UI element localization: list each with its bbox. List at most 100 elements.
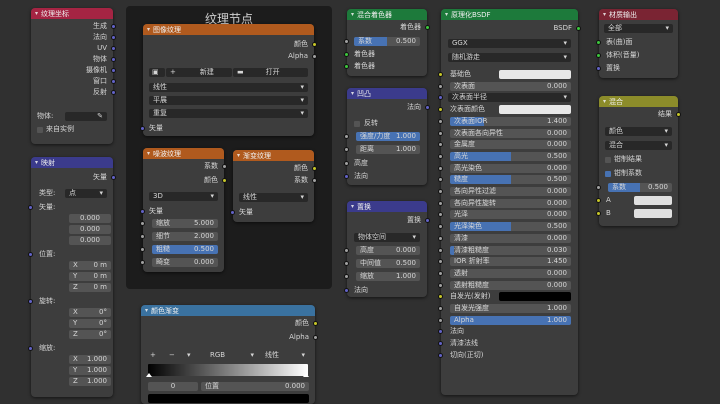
principled-bsdf-node[interactable]: ▾ 原理化BSDF BSDF GGX ▾ 随机游走 ▾ 基础色 次表面 0.000 次表面半… <box>438 9 581 395</box>
dimensions-dropdown[interactable]: 3D ▾ <box>149 192 218 201</box>
clamp-result-checkbox[interactable] <box>605 157 611 163</box>
ramp-gradient-bar[interactable] <box>148 364 308 376</box>
clamp-factor-checkbox[interactable] <box>605 171 611 177</box>
bsdf-slider[interactable]: Alpha 1.000 <box>450 316 571 325</box>
subsurface-method-dropdown[interactable]: 随机游走 ▾ <box>448 53 571 62</box>
bsdf-slider[interactable]: 自发光强度 1.000 <box>450 304 571 313</box>
input-socket[interactable] <box>438 154 443 159</box>
color-swatch[interactable] <box>499 292 571 301</box>
input-socket[interactable] <box>438 72 443 77</box>
input-socket[interactable] <box>344 174 349 179</box>
subsurface-radius-dropdown[interactable]: 次表面半径 ▾ <box>448 93 571 102</box>
blend-mode-dropdown[interactable]: 混合 ▾ <box>605 141 672 150</box>
input-socket[interactable] <box>438 107 443 112</box>
bsdf-slider[interactable]: 透射 0.000 <box>450 269 571 278</box>
input-socket[interactable] <box>438 166 443 171</box>
output-socket[interactable] <box>425 105 430 110</box>
input-socket[interactable] <box>230 210 235 215</box>
input-socket[interactable] <box>438 119 443 124</box>
collapse-icon[interactable]: ▾ <box>351 90 354 97</box>
node-header[interactable]: ▾ 混合 <box>599 96 678 107</box>
input-b-color-swatch[interactable] <box>634 209 672 218</box>
input-socket[interactable] <box>140 247 145 252</box>
output-socket[interactable] <box>576 26 581 31</box>
bsdf-slider[interactable]: 高光染色 0.000 <box>450 164 571 173</box>
mix-node[interactable]: ▾ 混合 结果 颜色 ▾ 混合 ▾ 钳制结果 钳制系数 系数 0.500 A B <box>596 96 681 226</box>
input-socket[interactable] <box>438 131 443 136</box>
data-type-dropdown[interactable]: 颜色 ▾ <box>605 127 672 136</box>
color-swatch[interactable] <box>499 70 571 79</box>
input-socket[interactable] <box>344 134 349 139</box>
location-z-field[interactable]: Z0 m <box>69 283 111 292</box>
input-socket[interactable] <box>596 198 601 203</box>
eyedropper-icon[interactable]: ✎ <box>97 112 103 121</box>
input-socket[interactable] <box>438 189 443 194</box>
rotation-x-field[interactable]: X 0° <box>69 308 111 317</box>
scale-y-field[interactable]: Y 1.000 <box>69 366 111 375</box>
node-header[interactable]: ▾ 噪波纹理 <box>143 148 224 159</box>
output-socket[interactable] <box>313 321 318 326</box>
output-socket[interactable] <box>425 218 430 223</box>
height-field[interactable]: 高度 0.000 <box>356 246 420 255</box>
input-socket[interactable] <box>344 39 349 44</box>
input-socket[interactable] <box>596 40 601 45</box>
bsdf-slider[interactable]: 清漆 0.000 <box>450 234 571 243</box>
input-socket[interactable] <box>596 185 601 190</box>
bsdf-slider[interactable]: IOR 折射率 1.450 <box>450 257 571 266</box>
input-socket[interactable] <box>344 52 349 57</box>
input-socket[interactable] <box>140 221 145 226</box>
vector-z-field[interactable]: 0.000 <box>69 236 111 245</box>
mapping-node[interactable]: ▾ 映射 矢量 类型: 点 ▾ 矢量: 0.000 0.000 0.000 位置: … <box>28 157 116 397</box>
input-socket[interactable] <box>438 306 443 311</box>
collapse-icon[interactable]: ▾ <box>35 10 38 17</box>
input-socket[interactable] <box>344 147 349 152</box>
node-header[interactable]: ▾ 置换 <box>347 201 427 212</box>
ramp-interpolation-dropdown[interactable]: 线性 ▾ <box>261 351 309 360</box>
node-header[interactable]: ▾ 凹凸 <box>347 88 427 99</box>
open-image-button[interactable]: ▬ 打开 <box>233 68 308 77</box>
stop-index-field[interactable]: 0 <box>148 382 198 391</box>
bsdf-slider[interactable]: 光泽 0.000 <box>450 210 571 219</box>
input-socket[interactable] <box>140 209 145 214</box>
input-socket[interactable] <box>438 283 443 288</box>
output-socket[interactable] <box>425 25 430 30</box>
collapse-icon[interactable]: ▾ <box>35 159 38 166</box>
stop-position-field[interactable]: 位置 0.000 <box>201 382 309 391</box>
mix-shader-node[interactable]: ▾ 混合着色器 着色器 系数 0.500 着色器 着色器 <box>344 9 430 76</box>
input-socket[interactable] <box>438 212 443 217</box>
gradient-type-dropdown[interactable]: 线性 ▾ <box>239 193 308 202</box>
bsdf-slider[interactable]: 各向异性过滤 0.000 <box>450 187 571 196</box>
bsdf-slider[interactable]: 各向异性旋转 0.000 <box>450 199 571 208</box>
input-a-color-swatch[interactable] <box>634 196 672 205</box>
space-dropdown[interactable]: 物体空间 ▾ <box>354 233 420 242</box>
collapse-icon[interactable]: ▾ <box>603 11 606 18</box>
collapse-icon[interactable]: ▾ <box>603 98 606 105</box>
invert-checkbox[interactable] <box>354 121 360 127</box>
output-socket[interactable] <box>222 178 227 183</box>
input-socket[interactable] <box>438 318 443 323</box>
output-socket[interactable] <box>222 164 227 169</box>
input-socket[interactable] <box>438 95 443 100</box>
distance-field[interactable]: 距离 1.000 <box>356 145 420 154</box>
input-socket[interactable] <box>438 329 443 334</box>
mix-fac-slider[interactable]: 系数 0.500 <box>608 183 672 192</box>
extension-dropdown[interactable]: 重复 ▾ <box>149 109 308 118</box>
collapse-icon[interactable]: ▾ <box>351 11 354 18</box>
input-socket[interactable] <box>438 84 443 89</box>
scale-x-field[interactable]: X 1.000 <box>69 355 111 364</box>
bsdf-slider[interactable]: 次表面各向异性 0.000 <box>450 129 571 138</box>
output-socket[interactable] <box>312 42 317 47</box>
output-socket[interactable] <box>312 54 317 59</box>
input-socket[interactable] <box>28 252 33 257</box>
scale-field[interactable]: 缩放 1.000 <box>356 272 420 281</box>
output-socket[interactable] <box>313 335 318 340</box>
gradient-texture-node[interactable]: ▾ 渐变纹理 颜色 系数 线性 ▾ 矢量 <box>230 150 317 222</box>
color-ramp-node[interactable]: ▾ 颜色渐变 颜色 Alpha + − ▾ RGB ▾ 线性 ▾ 0 位置 0.000 <box>141 305 318 404</box>
output-socket[interactable] <box>312 166 317 171</box>
distribution-dropdown[interactable]: GGX ▾ <box>448 39 571 48</box>
scale-field[interactable]: 缩放 5.000 <box>152 219 218 228</box>
input-socket[interactable] <box>438 259 443 264</box>
input-socket[interactable] <box>438 271 443 276</box>
bsdf-slider[interactable]: 次表面 0.000 <box>450 82 571 91</box>
output-socket[interactable] <box>111 24 116 29</box>
